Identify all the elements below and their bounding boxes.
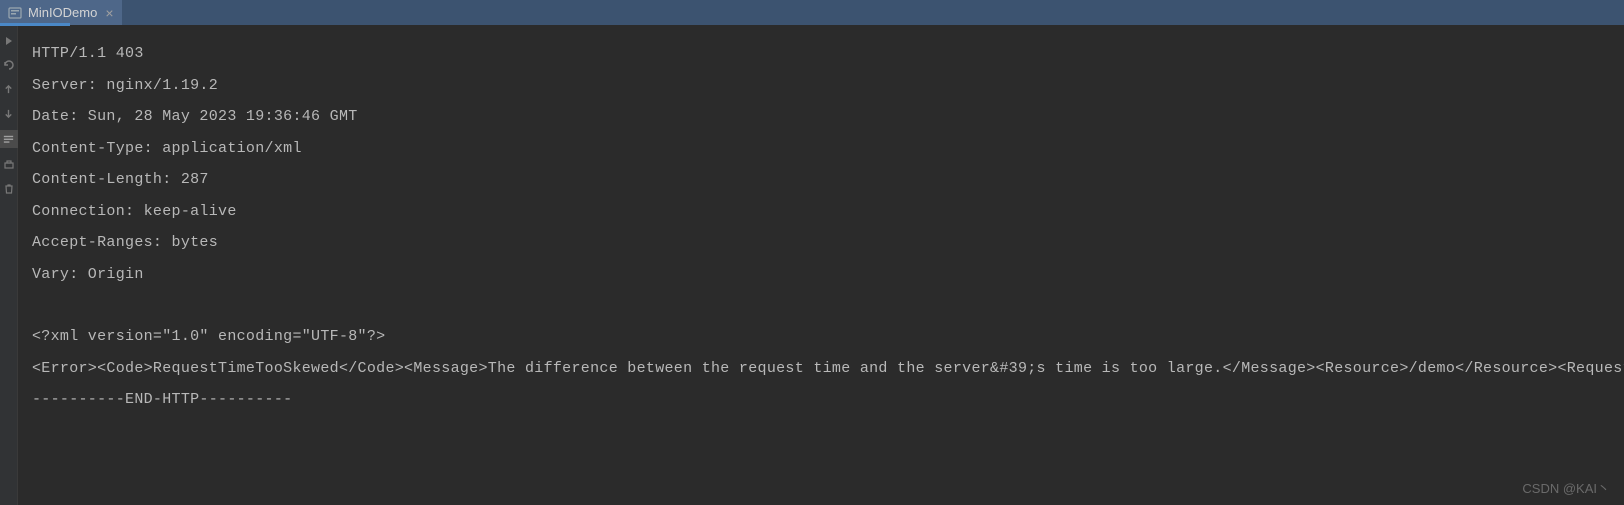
close-icon[interactable]: × bbox=[105, 6, 113, 20]
up-icon[interactable] bbox=[2, 82, 16, 96]
down-icon[interactable] bbox=[2, 106, 16, 120]
stop-icon[interactable] bbox=[2, 58, 16, 72]
console-output[interactable]: HTTP/1.1 403 Server: nginx/1.19.2 Date: … bbox=[18, 26, 1624, 505]
console-line: Vary: Origin bbox=[32, 259, 1624, 291]
tab-bar: MinIODemo × bbox=[0, 0, 1624, 26]
soft-wrap-icon[interactable] bbox=[0, 130, 18, 148]
console-line: <Error><Code>RequestTimeTooSkewed</Code>… bbox=[32, 353, 1624, 385]
print-icon[interactable] bbox=[2, 158, 16, 172]
console-line: <?xml version="1.0" encoding="UTF-8"?> bbox=[32, 321, 1624, 353]
console-line: Content-Type: application/xml bbox=[32, 133, 1624, 165]
tab-title: MinIODemo bbox=[28, 5, 97, 20]
console-line: HTTP/1.1 403 bbox=[32, 38, 1624, 70]
tab-miniodemo[interactable]: MinIODemo × bbox=[0, 0, 122, 25]
rerun-icon[interactable] bbox=[2, 34, 16, 48]
gutter bbox=[0, 26, 18, 505]
console-line: Date: Sun, 28 May 2023 19:36:46 GMT bbox=[32, 101, 1624, 133]
console-line bbox=[32, 290, 1624, 321]
main-container: HTTP/1.1 403 Server: nginx/1.19.2 Date: … bbox=[0, 26, 1624, 505]
watermark: CSDN @KAI丶 bbox=[1522, 478, 1610, 497]
console-line: Accept-Ranges: bytes bbox=[32, 227, 1624, 259]
console-line: Connection: keep-alive bbox=[32, 196, 1624, 228]
delete-icon[interactable] bbox=[2, 182, 16, 196]
console-line: Server: nginx/1.19.2 bbox=[32, 70, 1624, 102]
console-line: Content-Length: 287 bbox=[32, 164, 1624, 196]
run-config-icon bbox=[8, 6, 22, 20]
console-line: ----------END-HTTP---------- bbox=[32, 384, 1624, 416]
